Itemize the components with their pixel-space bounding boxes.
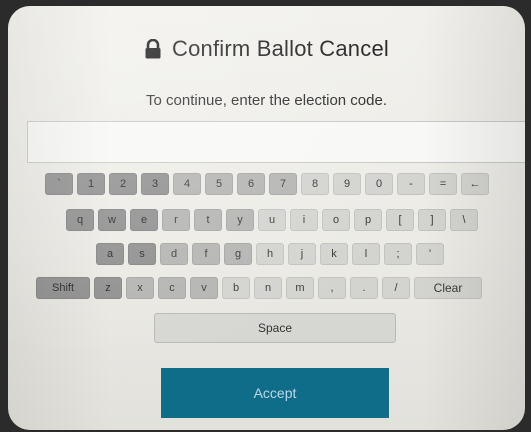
key[interactable]: 8 [301,173,329,195]
key[interactable]: w [98,209,126,231]
key[interactable]: \ [450,209,478,231]
key[interactable]: 1 [77,173,105,195]
key[interactable]: / [382,277,410,299]
key[interactable]: p [354,209,382,231]
key[interactable]: ' [416,243,444,265]
space-key[interactable]: Space [154,313,396,343]
key[interactable]: = [429,173,457,195]
accept-button[interactable]: Accept [161,368,389,418]
instruction-text: To continue, enter the election code. [146,92,387,109]
screen: Confirm Ballot Cancel To continue, enter… [8,6,525,430]
key[interactable]: g [224,243,252,265]
keyboard-row-a: a s d f g h j k l ; ' [96,243,444,265]
page-title: Confirm Ballot Cancel [172,36,389,61]
key[interactable]: k [320,243,348,265]
key[interactable]: 0 [365,173,393,195]
key[interactable]: 4 [173,173,201,195]
key[interactable]: 3 [141,173,169,195]
key[interactable]: c [158,277,186,299]
key[interactable]: x [126,277,154,299]
key[interactable]: v [190,277,218,299]
key[interactable]: q [66,209,94,231]
key[interactable]: 9 [333,173,361,195]
key[interactable]: . [350,277,378,299]
key[interactable]: 7 [269,173,297,195]
key[interactable]: ] [418,209,446,231]
key[interactable]: b [222,277,250,299]
key[interactable]: n [254,277,282,299]
key[interactable]: [ [386,209,414,231]
key[interactable]: , [318,277,346,299]
key[interactable]: i [290,209,318,231]
key[interactable]: m [286,277,314,299]
key[interactable]: e [130,209,158,231]
shift-key[interactable]: Shift [36,277,90,299]
device-bezel: Confirm Ballot Cancel To continue, enter… [0,0,531,432]
keyboard-row-numbers: ` 1 2 3 4 5 6 7 8 9 0 - = ← [45,173,489,195]
key[interactable]: - [397,173,425,195]
key[interactable]: ; [384,243,412,265]
backspace-key[interactable]: ← [461,173,489,195]
key[interactable]: d [160,243,188,265]
key[interactable]: ` [45,173,73,195]
clear-key[interactable]: Clear [414,277,482,299]
key[interactable]: 5 [205,173,233,195]
lock-icon [145,39,161,59]
key[interactable]: u [258,209,286,231]
key[interactable]: z [94,277,122,299]
key[interactable]: o [322,209,350,231]
key[interactable]: r [162,209,190,231]
key[interactable]: f [192,243,220,265]
key[interactable]: j [288,243,316,265]
key[interactable]: s [128,243,156,265]
key[interactable]: h [256,243,284,265]
keyboard-row-q: q w e r t y u i o p [ ] \ [66,209,478,231]
key[interactable]: 2 [109,173,137,195]
key[interactable]: a [96,243,124,265]
key[interactable]: 6 [237,173,265,195]
dialog-header: Confirm Ballot Cancel [8,36,525,62]
keyboard-row-z: Shift z x c v b n m , . / Clear [36,277,482,299]
key[interactable]: t [194,209,222,231]
key[interactable]: y [226,209,254,231]
key[interactable]: l [352,243,380,265]
election-code-input[interactable] [27,121,525,163]
